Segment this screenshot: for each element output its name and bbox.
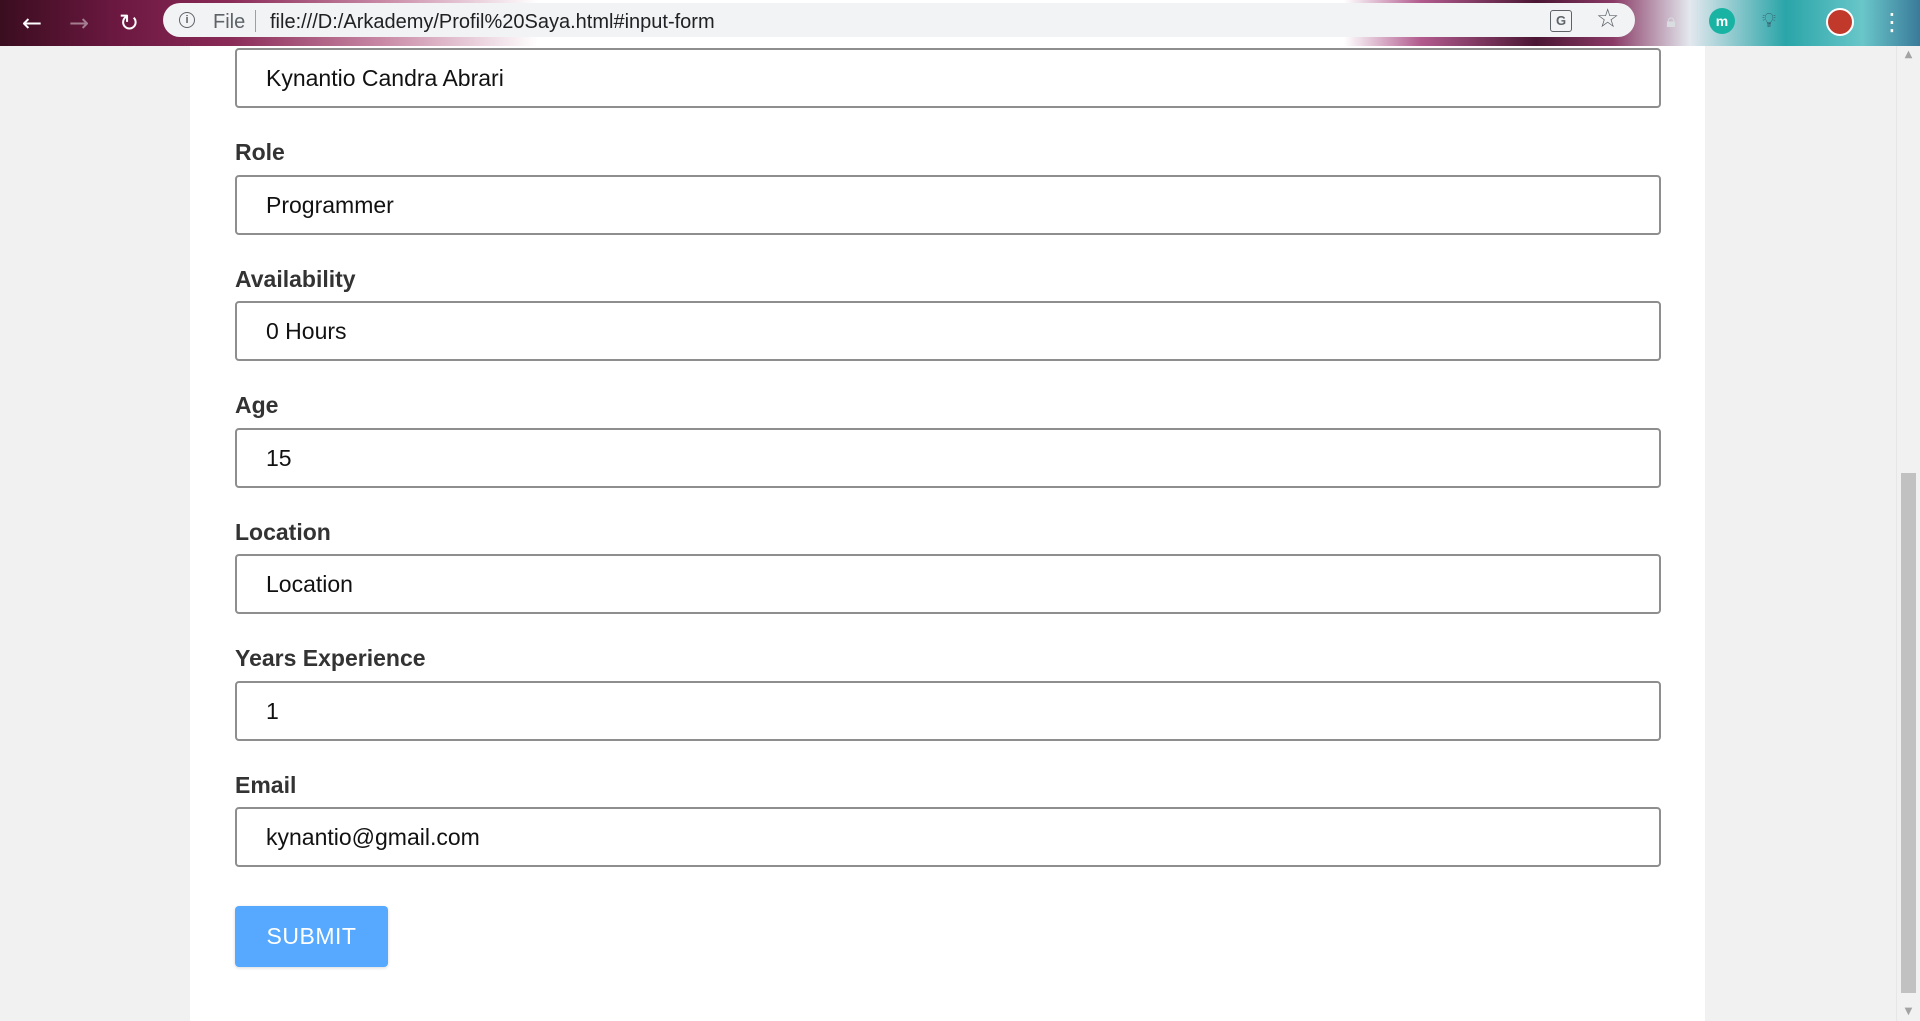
age-input[interactable] [235,428,1661,488]
input-form-card: Role Availability Age Location Years Exp… [190,46,1705,1021]
three-dots-menu-icon[interactable]: ⋮ [1880,6,1904,38]
address-bar[interactable]: i File file:///D:/Arkademy/Profil%20Saya… [163,3,1635,37]
profile-avatar[interactable] [1826,8,1854,36]
email-label: Email [235,772,297,798]
submit-button[interactable]: SUBMIT [235,906,388,967]
page-viewport: Role Availability Age Location Years Exp… [0,46,1896,1021]
location-input[interactable] [235,554,1661,614]
age-label: Age [235,392,279,418]
role-label: Role [235,139,285,165]
name-input[interactable] [235,48,1661,108]
years-experience-input[interactable] [235,681,1661,741]
role-input[interactable] [235,175,1661,235]
extension-lock-icon[interactable]: 🔒︎ [1658,8,1684,34]
url-scheme: File [213,11,246,33]
scrollbar-thumb[interactable] [1901,473,1916,993]
back-arrow-icon[interactable]: ← [16,7,48,39]
url-text[interactable]: file:///D:/Arkademy/Profil%20Saya.html#i… [270,11,715,34]
star-icon[interactable]: ☆ [1596,4,1619,34]
forward-arrow-icon[interactable]: → [63,7,95,39]
scroll-down-arrow-icon[interactable]: ▼ [1897,1003,1920,1021]
vertical-scrollbar[interactable]: ▲ ▼ [1896,46,1920,1021]
info-icon[interactable]: i [179,12,195,28]
scroll-up-arrow-icon[interactable]: ▲ [1897,46,1920,64]
reload-icon[interactable]: ↻ [113,7,145,39]
availability-label: Availability [235,266,356,292]
availability-input[interactable] [235,301,1661,361]
extension-bulb-icon[interactable]: 💡︎ [1756,8,1782,34]
email-input[interactable] [235,807,1661,867]
url-separator [255,10,256,32]
translate-icon[interactable]: G [1550,10,1572,32]
years-experience-label: Years Experience [235,645,426,671]
location-label: Location [235,519,331,545]
browser-toolbar: ← → ↻ i File file:///D:/Arkademy/Profil%… [0,0,1920,46]
extension-m-icon[interactable]: m [1709,8,1735,34]
